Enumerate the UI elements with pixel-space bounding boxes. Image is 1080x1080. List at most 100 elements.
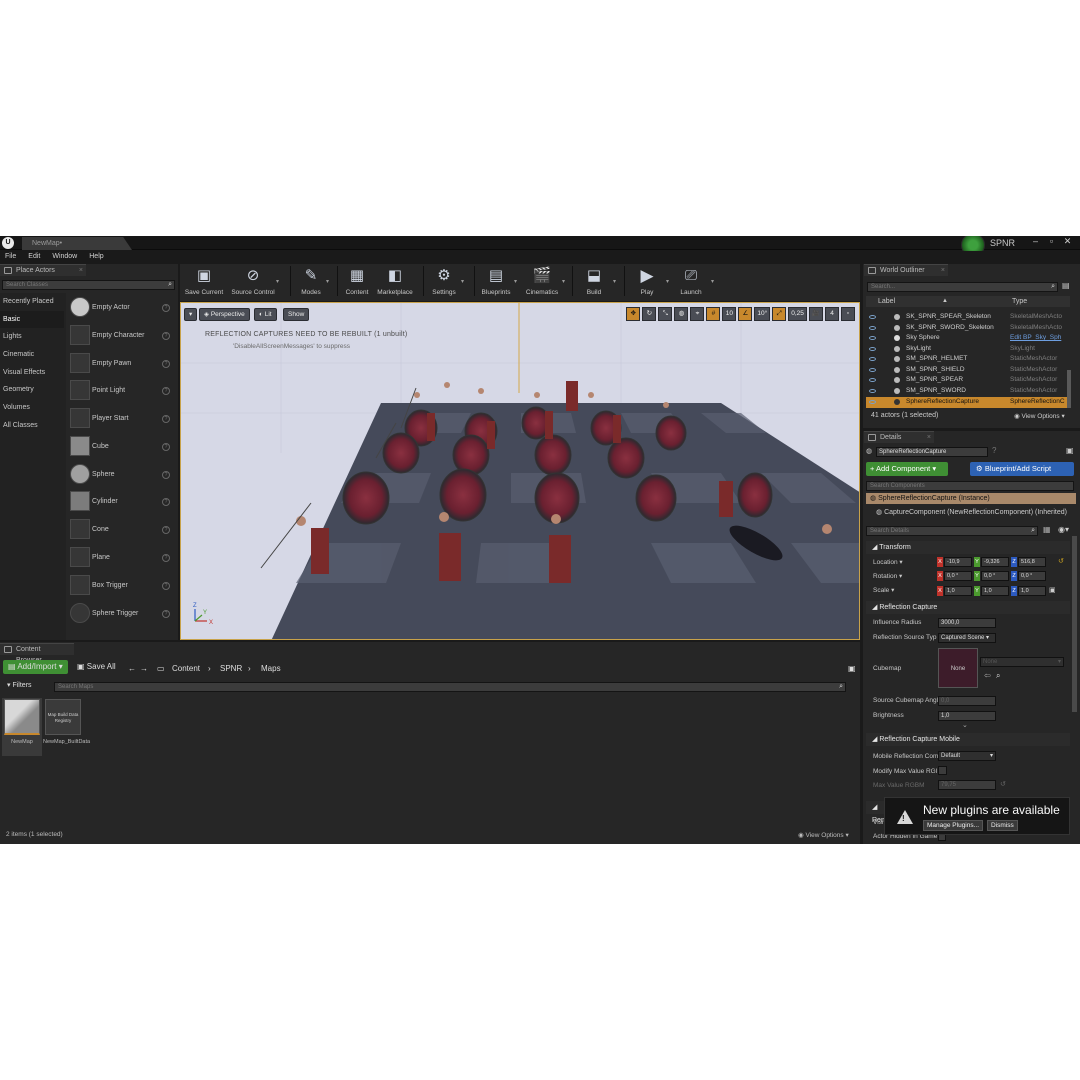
scale-snap-icon[interactable]: ⤢ [772,307,787,321]
blueprint-add-script-button[interactable]: ⚙ Blueprint/Add Script [970,462,1074,476]
outliner-row[interactable]: SM_SPNR_SHIELD StaticMeshActor [866,365,1070,376]
search-components-input[interactable]: Search Components [866,481,1074,491]
chevron-down-icon[interactable]: ▾ [562,278,565,285]
info-icon[interactable]: ? [162,415,170,423]
scale-y-input[interactable]: 1,0 [981,586,1009,596]
rotation-z-input[interactable]: 0,0 ° [1018,571,1046,581]
info-icon[interactable]: ? [162,471,170,479]
search-details-input[interactable]: Search Details ⌕ [866,526,1038,536]
category-geometry[interactable]: Geometry [0,381,64,398]
level-viewport[interactable]: X Z Y ▾ ◈ Perspective ◐ Lit Show REFLECT… [180,302,860,640]
source-cubemap-angle-input[interactable]: 0,0 [938,696,996,706]
filters-button[interactable]: ▾ Filters [2,680,37,692]
settings-button[interactable]: ⚙ Settings [427,264,461,300]
menu-window[interactable]: Window [52,251,77,263]
menu-file[interactable]: File [5,251,16,263]
info-icon[interactable]: ? [162,582,170,590]
details-scrollbar[interactable] [1072,536,1077,712]
outliner-view-options-button[interactable]: ◉ View Options ▾ [1014,412,1065,420]
add-import-button[interactable]: ▤ Add/Import ▾ [3,660,68,674]
content-view-options-button[interactable]: ◉ View Options ▾ [798,831,849,839]
category-visual-effects[interactable]: Visual Effects [0,364,64,381]
reflection-capture-mobile-section[interactable]: ◢ Reflection Capture Mobile [866,733,1070,746]
actor-box-trigger[interactable]: Box Trigger? [68,573,176,599]
outliner-settings-icon[interactable]: ▤ [1062,281,1070,290]
outliner-row-selected[interactable]: SphereReflectionCapture SphereReflectionC [866,397,1070,408]
rotation-snap-value[interactable]: 10° [754,307,771,321]
asset-newmap-builtdata[interactable]: Map Build Data Registry NewMap_BuiltData [43,698,90,756]
brightness-input[interactable]: 1,0 [938,711,996,721]
location-x-input[interactable]: -10,9 [944,557,972,567]
eye-icon[interactable] [869,315,876,319]
viewport-options-button[interactable]: ▾ [184,308,198,321]
asset-newmap[interactable]: NewMap [2,698,42,756]
property-matrix-icon[interactable]: ▦ [1043,525,1051,534]
info-icon[interactable]: ? [162,387,170,395]
tab-content-browser[interactable]: Content Browser [0,643,74,664]
component-instance-row[interactable]: ◍ SphereReflectionCapture (Instance) [866,493,1076,504]
outliner-scrollbar[interactable] [1067,370,1071,408]
location-z-input[interactable]: 516,8 [1018,557,1046,567]
dismiss-button[interactable]: Dismiss [987,820,1018,831]
breadcrumb-spnr[interactable]: SPNR [220,664,242,673]
content-button[interactable]: ▦ Content [341,264,373,300]
rendering-section[interactable]: ◢ Rend [866,801,889,824]
category-lights[interactable]: Lights [0,328,64,345]
close-icon[interactable]: × [941,265,945,276]
maximize-viewport-icon[interactable]: ▫ [841,307,855,321]
advanced-chevron-icon[interactable]: ⌄ [962,721,968,729]
category-volumes[interactable]: Volumes [0,399,64,416]
help-icon[interactable]: ? [992,446,996,455]
lock-icon[interactable]: ▣ [1049,586,1056,594]
scale-icon[interactable]: ⤡ [658,307,673,321]
blueprints-button[interactable]: ▤ Blueprints [478,264,514,300]
info-icon[interactable]: ? [162,554,170,562]
info-icon[interactable]: ? [162,332,170,340]
marketplace-button[interactable]: ◧ Marketplace [374,264,416,300]
reflection-source-type-select[interactable]: Captured Scene ▾ [938,633,996,643]
actor-empty-actor[interactable]: Empty Actor? [68,295,176,321]
lit-button[interactable]: ◐ Lit [254,308,277,321]
info-icon[interactable]: ? [162,498,170,506]
camera-speed-value[interactable]: 4 [825,307,839,321]
source-control-button[interactable]: ⊘ Source Control [228,264,278,300]
actor-point-light[interactable]: Point Light? [68,378,176,404]
menu-edit[interactable]: Edit [28,251,40,263]
browse-search-icon[interactable]: ⌕ [996,671,1000,681]
close-icon[interactable]: × [927,432,931,443]
folder-icon[interactable]: ▭ [157,664,165,673]
transform-section[interactable]: ◢ Transform [866,541,1070,554]
reset-icon[interactable]: ↺ [1058,557,1064,565]
mobile-reflection-select[interactable]: Default ▾ [938,751,996,761]
show-button[interactable]: Show [283,308,310,321]
actor-cone[interactable]: Cone? [68,517,176,543]
back-arrow-icon[interactable]: ← [128,664,136,673]
outliner-row[interactable]: SK_SPNR_SWORD_Skeleton SkeletalMeshActo [866,323,1070,334]
location-y-input[interactable]: -9,326 [981,557,1009,567]
grid-snap-value[interactable]: 10 [722,307,737,321]
perspective-button[interactable]: ◈ Perspective [199,308,250,321]
chevron-down-icon[interactable]: ▾ [461,278,464,285]
tab-place-actors[interactable]: Place Actors × [0,264,86,276]
chevron-down-icon[interactable]: ▾ [326,278,329,285]
level-tab[interactable]: NewMap• [22,237,132,250]
info-icon[interactable]: ? [162,443,170,451]
info-icon[interactable]: ? [162,526,170,534]
search-maps-input[interactable]: Search Maps ⌕ [54,682,846,692]
eye-icon[interactable] [869,326,876,330]
actor-sphere-trigger[interactable]: Sphere Trigger? [68,601,176,627]
eye-icon[interactable] [869,389,876,393]
search-classes-input[interactable]: Search Classes ⌕ [2,280,175,290]
outliner-search-input[interactable]: Search... ⌕ [867,282,1058,292]
edit-blueprint-link[interactable]: Edit BP_Sky_Sph [1010,333,1068,344]
scale-snap-value[interactable]: 0,25 [788,307,807,321]
cubemap-thumbnail[interactable]: None [938,648,978,688]
build-button[interactable]: ⬓ Build [578,264,610,300]
lock-icon[interactable]: ▣ [848,664,856,673]
modify-max-value-checkbox[interactable] [938,766,947,775]
info-icon[interactable]: ? [162,304,170,312]
info-icon[interactable]: ? [162,360,170,368]
outliner-col-type[interactable]: Type [1012,296,1027,307]
chevron-down-icon[interactable]: ▾ [613,278,616,285]
scale-x-input[interactable]: 1,0 [944,586,972,596]
